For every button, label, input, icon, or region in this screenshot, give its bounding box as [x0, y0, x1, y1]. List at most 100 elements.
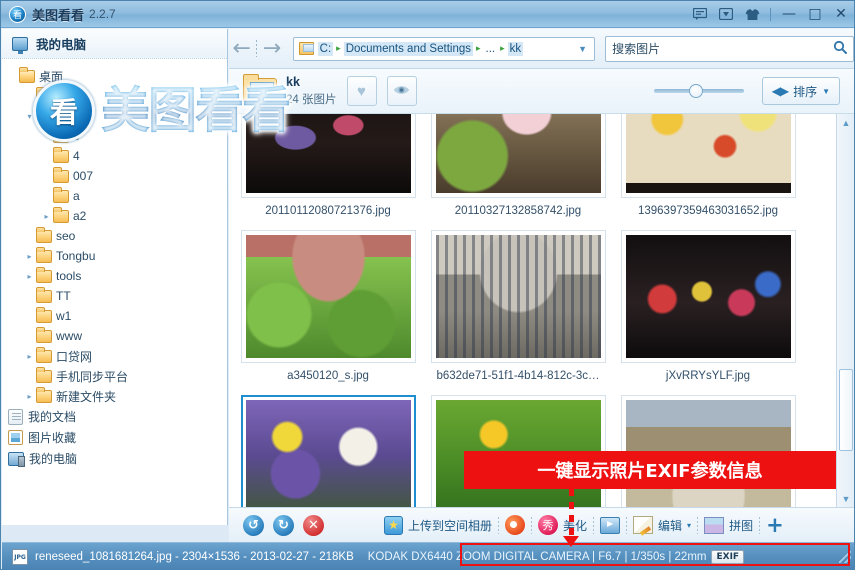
breadcrumb-item-drive[interactable]: C:: [317, 41, 334, 56]
slideshow-icon[interactable]: [600, 516, 621, 534]
download-icon[interactable]: [713, 1, 739, 27]
thumbnail-image[interactable]: [620, 114, 796, 198]
search-box[interactable]: [605, 35, 854, 62]
minimize-button[interactable]: —: [776, 1, 802, 27]
delete-button[interactable]: ✕: [303, 514, 324, 536]
add-icon[interactable]: +: [766, 513, 784, 537]
app-version: 2.2.7: [89, 7, 116, 21]
thumbnail-size-slider[interactable]: [653, 81, 744, 101]
breadcrumb-separator-icon: ▸: [336, 43, 341, 53]
breadcrumb-item-ellipsis[interactable]: ...: [484, 42, 498, 56]
folder-icon: [53, 166, 69, 183]
tree-item-label: a2: [73, 209, 87, 223]
folder-icon: [36, 286, 52, 303]
rotate-left-button[interactable]: ↺: [243, 514, 264, 536]
edit-button[interactable]: 编辑 ▾: [633, 516, 691, 534]
tree-expander-icon[interactable]: ▸: [23, 386, 36, 406]
search-icon[interactable]: [833, 40, 847, 57]
weibo-icon[interactable]: [505, 515, 526, 535]
tree-item-seo[interactable]: seo: [2, 226, 227, 246]
toolbar-separator: [697, 516, 699, 534]
tree-item-w1[interactable]: w1: [2, 306, 227, 326]
slider-knob[interactable]: [688, 84, 703, 98]
tree-expander-placeholder: [40, 166, 53, 186]
title-bar: 看 美图看看 2.2.7 — □ ✕: [1, 1, 854, 28]
folder-icon: [53, 146, 69, 163]
thumbnail-item[interactable]: 20110327132858742.jpg: [423, 114, 613, 230]
thumbnail-image[interactable]: [240, 114, 416, 198]
skin-icon[interactable]: [739, 1, 765, 27]
preview-button[interactable]: [386, 76, 417, 106]
tree-item-ba[interactable]: ba: [2, 86, 227, 106]
tree-item-手机同步平台[interactable]: 手机同步平台: [2, 366, 227, 386]
back-button[interactable]: ←: [229, 36, 254, 62]
chevron-down-icon[interactable]: ▼: [578, 44, 591, 54]
tree-item-tools[interactable]: ▸ tools: [2, 266, 227, 286]
rotate-right-button[interactable]: ↻: [273, 514, 294, 536]
tree-expander-icon[interactable]: ▸: [40, 206, 53, 226]
breadcrumb-item-kk[interactable]: kk: [507, 41, 524, 56]
tree-expander-icon[interactable]: ▸: [23, 246, 36, 266]
breadcrumb-item-documents[interactable]: Documents and Settings: [343, 41, 473, 56]
thumbnail-image[interactable]: [620, 230, 796, 363]
upload-to-album-button[interactable]: ★ 上传到空间相册: [384, 515, 493, 535]
favorite-button[interactable]: ♥: [346, 76, 377, 106]
thumbnail-image[interactable]: [240, 230, 416, 363]
eye-icon: [393, 83, 410, 100]
beautify-button[interactable]: 秀 美化: [538, 515, 587, 535]
nav-separator: [256, 40, 258, 57]
sidebar-item-pictures[interactable]: 图片收藏: [2, 427, 227, 448]
folder-icon: [36, 246, 52, 263]
scroll-down-button[interactable]: ▼: [837, 490, 854, 507]
photo-preview: [625, 235, 791, 358]
thumbnail-item[interactable]: b632de71-51f1-4b14-812c-3c…: [423, 230, 613, 395]
tree-item-TT[interactable]: TT: [2, 286, 227, 306]
tree-expander-icon[interactable]: ▸: [23, 346, 36, 366]
tree-expander-icon[interactable]: ▸: [23, 266, 36, 286]
folder-icon: [19, 66, 35, 83]
breadcrumb-bar[interactable]: C: ▸ Documents and Settings ▸ ... ▸ kk ▼: [292, 36, 596, 61]
tree-item-label: ba: [56, 89, 70, 103]
tree-item-桌面[interactable]: 桌面: [2, 66, 227, 86]
upload-label: 上传到空间相册: [408, 518, 493, 533]
thumbnail-image[interactable]: [430, 114, 606, 198]
thumbnail-image[interactable]: [430, 230, 606, 363]
forward-button[interactable]: →: [259, 36, 284, 62]
tree-expander-icon[interactable]: ▾: [23, 106, 36, 126]
scroll-up-button[interactable]: ▲: [837, 114, 854, 131]
tree-item-kk[interactable]: ▾ kk: [2, 106, 227, 126]
thumbnail-item[interactable]: 1396397359463031652.jpg: [613, 114, 803, 230]
folder-tree: 桌面 ba ▾ kk 3 4 007 a ▸ a2 seo ▸ Tongbu ▸ tools TT w1 www ▸…: [2, 60, 227, 525]
pictures-icon: [8, 430, 23, 445]
tree-item-www[interactable]: www: [2, 326, 227, 346]
tree-item-3[interactable]: 3: [2, 126, 227, 146]
message-icon[interactable]: [687, 1, 713, 27]
thumbnail-item[interactable]: jXvRRYsYLF.jpg: [613, 230, 803, 395]
vertical-scrollbar[interactable]: ▲ ▼: [836, 114, 854, 507]
sidebar-item-documents[interactable]: 我的文档: [2, 406, 227, 427]
thumbnail-item[interactable]: a3450120_s.jpg: [233, 230, 423, 395]
thumbnail-item[interactable]: 20110112080721376.jpg: [233, 114, 423, 230]
tree-item-a[interactable]: a: [2, 186, 227, 206]
tree-item-label: Tongbu: [56, 249, 96, 263]
tree-item-007[interactable]: 007: [2, 166, 227, 186]
sidebar-item-computer[interactable]: 我的电脑: [2, 448, 227, 469]
collage-label: 拼图: [729, 518, 754, 533]
tree-item-口贷网[interactable]: ▸ 口贷网: [2, 346, 227, 366]
tree-item-4[interactable]: 4: [2, 146, 227, 166]
tree-item-Tongbu[interactable]: ▸ Tongbu: [2, 246, 227, 266]
thumbnail-item[interactable]: reneseed_1081681264.jpg: [233, 395, 423, 507]
maximize-button[interactable]: □: [802, 1, 828, 27]
tree-item-a2[interactable]: ▸ a2: [2, 206, 227, 226]
collage-button[interactable]: 拼图: [704, 516, 754, 534]
thumbnail-grid-panel[interactable]: 20110112080721376.jpg 20110327132858742.j…: [229, 114, 854, 507]
close-button[interactable]: ✕: [828, 1, 854, 27]
thumbnail-filename: b632de71-51f1-4b14-812c-3c…: [436, 370, 600, 382]
chevron-down-icon: ▼: [822, 86, 830, 96]
search-input[interactable]: [612, 41, 833, 56]
tree-item-新建文件夹[interactable]: ▸ 新建文件夹: [2, 386, 227, 406]
thumbnail-filename: a3450120_s.jpg: [287, 370, 369, 382]
sort-button[interactable]: ◀▶ 排序 ▼: [761, 77, 840, 105]
thumbnail-image[interactable]: [240, 395, 416, 507]
scrollbar-thumb[interactable]: [839, 369, 853, 451]
